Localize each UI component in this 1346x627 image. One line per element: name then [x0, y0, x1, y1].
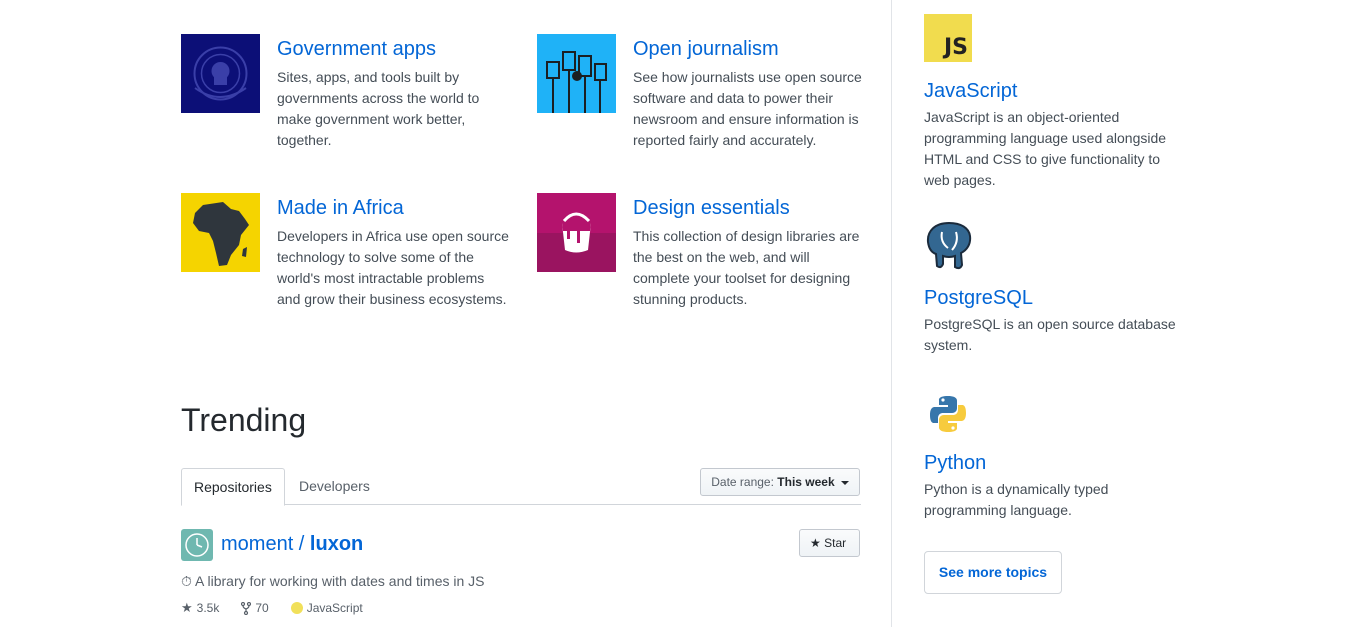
main-column: Government apps Sites, apps, and tools b… — [181, 0, 862, 627]
star-button[interactable]: ★ Star — [799, 529, 860, 557]
star-label: Star — [824, 536, 847, 550]
date-range-value: This week — [777, 475, 835, 489]
design-essentials-thumbnail[interactable] — [537, 193, 616, 272]
topic-description: JavaScript is an object-oriented program… — [924, 109, 1167, 188]
repo-link[interactable]: moment / luxon — [221, 533, 363, 556]
government-seal-icon — [181, 34, 260, 113]
topic-postgresql[interactable]: PostgreSQL PostgreSQL is an open source … — [924, 220, 1184, 356]
repo-owner: moment — [221, 533, 294, 555]
trending-repo-item: moment / luxon ★ Star ⏱ A library for wo… — [181, 529, 861, 627]
date-range-label: Date range: — [711, 475, 774, 489]
collection-description: Developers in Africa use open source tec… — [277, 228, 509, 307]
collection-description: Sites, apps, and tools built by governme… — [277, 69, 480, 148]
trending-heading: Trending — [181, 402, 307, 438]
topic-title[interactable]: JavaScript — [924, 79, 1184, 103]
language-color-dot — [290, 602, 303, 614]
government-apps-thumbnail[interactable] — [181, 34, 260, 113]
js-logo-text: JS — [943, 35, 968, 60]
collection-government-apps[interactable]: Government apps Sites, apps, and tools b… — [181, 34, 511, 151]
date-range-dropdown[interactable]: Date range: This week — [700, 468, 860, 496]
caret-down-icon — [841, 480, 849, 485]
repo-name: luxon — [309, 533, 364, 555]
clock-icon — [185, 533, 209, 557]
repo-avatar[interactable] — [181, 529, 213, 561]
column-divider — [891, 0, 892, 627]
trending-tabs: Repositories Developers Date range: This… — [181, 468, 861, 506]
raised-fists-icon — [537, 34, 616, 113]
collection-design-essentials[interactable]: Design essentials This collection of des… — [537, 193, 867, 310]
star-icon: ★ — [181, 600, 193, 615]
python-logo-icon[interactable] — [924, 390, 972, 438]
made-in-africa-thumbnail[interactable] — [181, 193, 260, 272]
postgresql-elephant-icon[interactable] — [924, 220, 974, 270]
topic-title[interactable]: Python — [924, 451, 1184, 475]
language-name: JavaScript — [306, 601, 363, 615]
repo-meta: ★ 3.5k 70 JavaScript — [181, 600, 385, 616]
open-journalism-thumbnail[interactable] — [537, 34, 616, 113]
africa-map-icon — [181, 193, 260, 272]
forks-count: 70 — [255, 601, 269, 615]
collection-title[interactable]: Government apps — [277, 37, 511, 61]
topics-sidebar: JS JavaScript JavaScript is an object-or… — [924, 0, 1324, 627]
repo-forks[interactable]: 70 — [241, 600, 269, 616]
star-icon: ★ — [810, 536, 821, 550]
collection-title[interactable]: Made in Africa — [277, 196, 511, 220]
topic-python[interactable]: Python Python is a dynamically typed pro… — [924, 390, 1184, 521]
tab-developers[interactable]: Developers — [287, 468, 382, 505]
collection-description: See how journalists use open source soft… — [633, 69, 862, 148]
topic-javascript[interactable]: JS JavaScript JavaScript is an object-or… — [924, 14, 1184, 191]
paint-bucket-icon — [537, 193, 616, 272]
repo-stars[interactable]: ★ 3.5k — [181, 600, 219, 616]
collection-description: This collection of design libraries are … — [633, 228, 860, 307]
collection-made-in-africa[interactable]: Made in Africa Developers in Africa use … — [181, 193, 511, 310]
repo-description: ⏱ A library for working with dates and t… — [181, 573, 485, 589]
collection-title[interactable]: Design essentials — [633, 196, 867, 220]
fork-icon — [241, 601, 252, 615]
collection-open-journalism[interactable]: Open journalism See how journalists use … — [537, 34, 867, 151]
topic-title[interactable]: PostgreSQL — [924, 286, 1184, 310]
collection-title[interactable]: Open journalism — [633, 37, 867, 61]
repo-language: JavaScript — [290, 600, 363, 616]
topic-description: Python is a dynamically typed programmin… — [924, 481, 1109, 518]
js-logo-icon[interactable]: JS — [924, 14, 972, 62]
topic-description: PostgreSQL is an open source database sy… — [924, 316, 1176, 353]
see-more-topics-button[interactable]: See more topics — [924, 551, 1062, 594]
stars-count: 3.5k — [196, 601, 220, 615]
repo-separator: / — [293, 533, 310, 555]
tab-repositories[interactable]: Repositories — [181, 468, 285, 506]
